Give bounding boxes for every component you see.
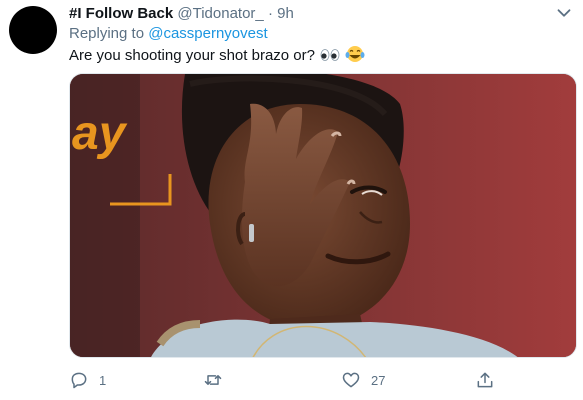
- retweet-icon: [204, 375, 222, 385]
- tweet-media-image[interactable]: ay: [69, 73, 577, 358]
- chevron-down-icon[interactable]: [553, 2, 575, 24]
- tweet-text-body: Are you shooting your shot brazo or?: [69, 47, 315, 64]
- share-icon: [477, 372, 493, 388]
- replying-to-label: Replying to: [69, 25, 145, 42]
- reply-count: 1: [99, 372, 107, 388]
- retweet-button[interactable]: [203, 368, 233, 392]
- separator-dot: ·: [267, 5, 273, 22]
- tweet-actions: 1 27: [69, 368, 509, 392]
- tears-of-joy-icon: [345, 46, 365, 62]
- like-count: 27: [371, 372, 386, 388]
- eyes-icon: [320, 49, 340, 61]
- tweet-header: #I Follow Back @Tidonator_ · 9h: [69, 4, 294, 24]
- reply-button[interactable]: 1: [69, 368, 106, 392]
- replying-to: Replying to @casspernyovest: [69, 24, 268, 44]
- replying-to-handle-link[interactable]: @casspernyovest: [148, 25, 267, 42]
- photo-woman-covering-eye: ay: [70, 74, 576, 357]
- heart-icon: [342, 372, 360, 388]
- sign-text: ay: [72, 107, 128, 160]
- timestamp[interactable]: 9h: [277, 5, 294, 22]
- tweet-text: Are you shooting your shot brazo or?: [69, 45, 365, 66]
- like-button[interactable]: 27: [341, 368, 385, 392]
- tweet[interactable]: #I Follow Back @Tidonator_ · 9h Replying…: [0, 0, 583, 400]
- reply-icon: [71, 372, 87, 389]
- avatar[interactable]: [9, 6, 57, 54]
- user-handle[interactable]: @Tidonator_: [177, 5, 263, 22]
- share-button[interactable]: [475, 368, 495, 392]
- display-name[interactable]: #I Follow Back: [69, 5, 173, 22]
